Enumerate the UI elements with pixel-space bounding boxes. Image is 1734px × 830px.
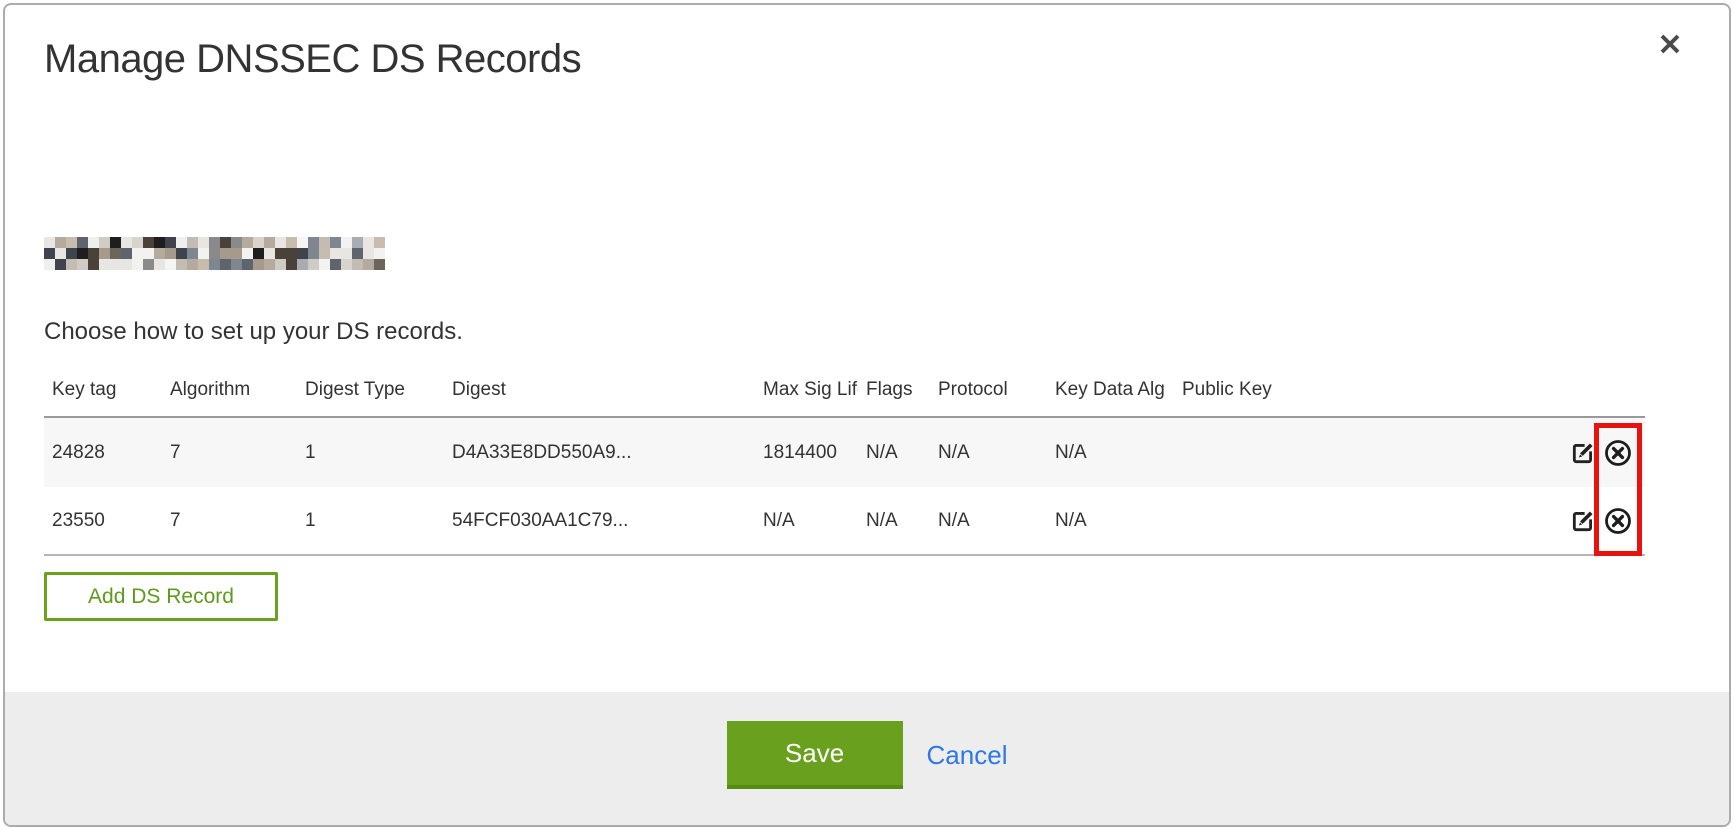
cell-digest: D4A33E8DD550A9... bbox=[444, 442, 755, 464]
cell-digest: 54FCF030AA1C79... bbox=[444, 510, 755, 532]
close-icon bbox=[1656, 30, 1684, 58]
pencil-square-icon bbox=[1570, 508, 1596, 534]
cell-flags: N/A bbox=[858, 442, 930, 464]
col-header-protocol: Protocol bbox=[930, 379, 1047, 401]
edit-record-button[interactable] bbox=[1570, 508, 1596, 534]
dialog-footer: Save Cancel bbox=[5, 692, 1729, 825]
cell-key-tag: 23550 bbox=[44, 510, 162, 532]
cell-algorithm: 7 bbox=[162, 510, 297, 532]
cell-actions bbox=[1561, 506, 1645, 536]
cell-key-data-alg: N/A bbox=[1047, 510, 1174, 532]
cell-key-tag: 24828 bbox=[44, 442, 162, 464]
cell-digest-type: 1 bbox=[297, 442, 444, 464]
table-row: 23550 7 1 54FCF030AA1C79... N/A N/A N/A … bbox=[44, 487, 1645, 556]
col-header-algorithm: Algorithm bbox=[162, 379, 297, 401]
circle-x-icon bbox=[1603, 506, 1633, 536]
col-header-key-tag: Key tag bbox=[44, 379, 162, 401]
col-header-flags: Flags bbox=[858, 379, 930, 401]
save-button[interactable]: Save bbox=[727, 721, 903, 789]
page-title: Manage DNSSEC DS Records bbox=[44, 36, 581, 82]
edit-record-button[interactable] bbox=[1570, 440, 1596, 466]
cell-protocol: N/A bbox=[930, 510, 1047, 532]
manage-dnssec-dialog: Manage DNSSEC DS Records Choose how to s… bbox=[3, 3, 1731, 827]
cell-actions bbox=[1561, 438, 1645, 468]
circle-x-icon bbox=[1603, 438, 1633, 468]
cell-max-sig-life: 1814400 bbox=[755, 442, 858, 464]
ds-records-table: Key tag Algorithm Digest Type Digest Max… bbox=[44, 363, 1645, 556]
instruction-text: Choose how to set up your DS records. bbox=[44, 318, 463, 346]
col-header-key-data-alg: Key Data Alg bbox=[1047, 379, 1174, 401]
close-button[interactable] bbox=[1653, 27, 1687, 61]
cell-protocol: N/A bbox=[930, 442, 1047, 464]
redacted-domain-name bbox=[44, 237, 385, 270]
col-header-digest-type: Digest Type bbox=[297, 379, 444, 401]
cell-flags: N/A bbox=[858, 510, 930, 532]
cell-max-sig-life: N/A bbox=[755, 510, 858, 532]
col-header-digest: Digest bbox=[444, 379, 755, 401]
cell-algorithm: 7 bbox=[162, 442, 297, 464]
pencil-square-icon bbox=[1570, 440, 1596, 466]
table-row: 24828 7 1 D4A33E8DD550A9... 1814400 N/A … bbox=[44, 418, 1645, 487]
cell-digest-type: 1 bbox=[297, 510, 444, 532]
table-header-row: Key tag Algorithm Digest Type Digest Max… bbox=[44, 363, 1645, 418]
delete-record-button[interactable] bbox=[1603, 506, 1633, 536]
cancel-link[interactable]: Cancel bbox=[927, 721, 1008, 789]
add-ds-record-button[interactable]: Add DS Record bbox=[44, 572, 278, 621]
col-header-public-key: Public Key bbox=[1174, 379, 1561, 401]
delete-record-button[interactable] bbox=[1603, 438, 1633, 468]
col-header-max-sig-life: Max Sig Life bbox=[755, 379, 858, 401]
cell-key-data-alg: N/A bbox=[1047, 442, 1174, 464]
